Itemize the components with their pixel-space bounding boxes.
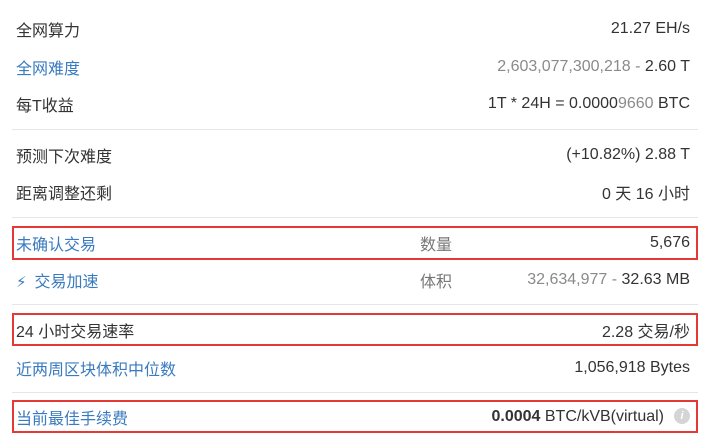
accelerate-value: 32,634,977 - 32.63 MB (527, 271, 690, 288)
unconfirmed-link[interactable]: 未确认交易 (14, 231, 96, 255)
hashrate-row: 全网算力 21.27 EH/s (12, 11, 698, 47)
difficulty-raw: 2,603,077,300,218 (497, 58, 631, 75)
hashrate-label: 全网算力 (16, 23, 81, 40)
best-fee-value: 0.0004 BTC/kVB(virtual) i (491, 408, 696, 426)
unconfirmed-row: 未确认交易 数量 5,676 (12, 226, 698, 260)
median-block-value: 1,056,918 Bytes (574, 359, 690, 376)
unconfirmed-mid-label: 数量 (420, 237, 453, 254)
remaining-label: 距离调整还剩 (16, 186, 113, 203)
best-fee-link[interactable]: 当前最佳手续费 (14, 405, 128, 429)
accelerate-label: 交易加速 (34, 274, 99, 291)
income-row: 每T收益 1T * 24H = 0.00009660 BTC (12, 86, 698, 122)
lightning-icon: ⚡ (16, 274, 27, 291)
next-difficulty-label: 预测下次难度 (16, 149, 113, 166)
accelerate-link[interactable]: ⚡ 交易加速 (12, 268, 99, 292)
next-difficulty-value: (+10.82%) 2.88 T (566, 146, 690, 163)
remaining-row: 距离调整还剩 0 天 16 小时 (12, 174, 698, 210)
next-difficulty-row: 预测下次难度 (+10.82%) 2.88 T (12, 137, 698, 173)
income-value: 1T * 24H = 0.00009660 BTC (487, 95, 690, 112)
difficulty-row: 全网难度 2,603,077,300,218 - 2.60 T (12, 49, 698, 85)
unconfirmed-value: 5,676 (649, 234, 690, 251)
difficulty-value: 2,603,077,300,218 - 2.60 T (497, 58, 690, 75)
difficulty-link[interactable]: 全网难度 (12, 55, 80, 79)
median-block-link[interactable]: 近两周区块体积中位数 (12, 356, 176, 380)
best-fee-amount: 0.0004 (491, 407, 541, 425)
accelerate-mid-label: 体积 (420, 274, 453, 291)
median-block-row: 近两周区块体积中位数 1,056,918 Bytes (12, 350, 698, 386)
difficulty-short: 2.60 T (644, 58, 690, 75)
divider (12, 392, 698, 393)
tx-rate-label: 24 小时交易速率 (16, 323, 135, 341)
tx-rate-value: 2.28 交易/秒 (601, 323, 690, 341)
tx-rate-row: 24 小时交易速率 2.28 交易/秒 (12, 313, 698, 346)
income-label: 每T收益 (16, 98, 74, 115)
accelerate-row: ⚡ 交易加速 体积 32,634,977 - 32.63 MB (12, 262, 698, 298)
divider (12, 304, 698, 305)
remaining-value: 0 天 16 小时 (601, 186, 690, 203)
best-fee-row: 当前最佳手续费 0.0004 BTC/kVB(virtual) i (12, 400, 698, 433)
info-icon[interactable]: i (674, 408, 690, 425)
hashrate-value: 21.27 EH/s (610, 20, 690, 37)
divider (12, 217, 698, 218)
divider (12, 129, 698, 130)
best-fee-unit: BTC/kVB(virtual) (540, 407, 664, 425)
